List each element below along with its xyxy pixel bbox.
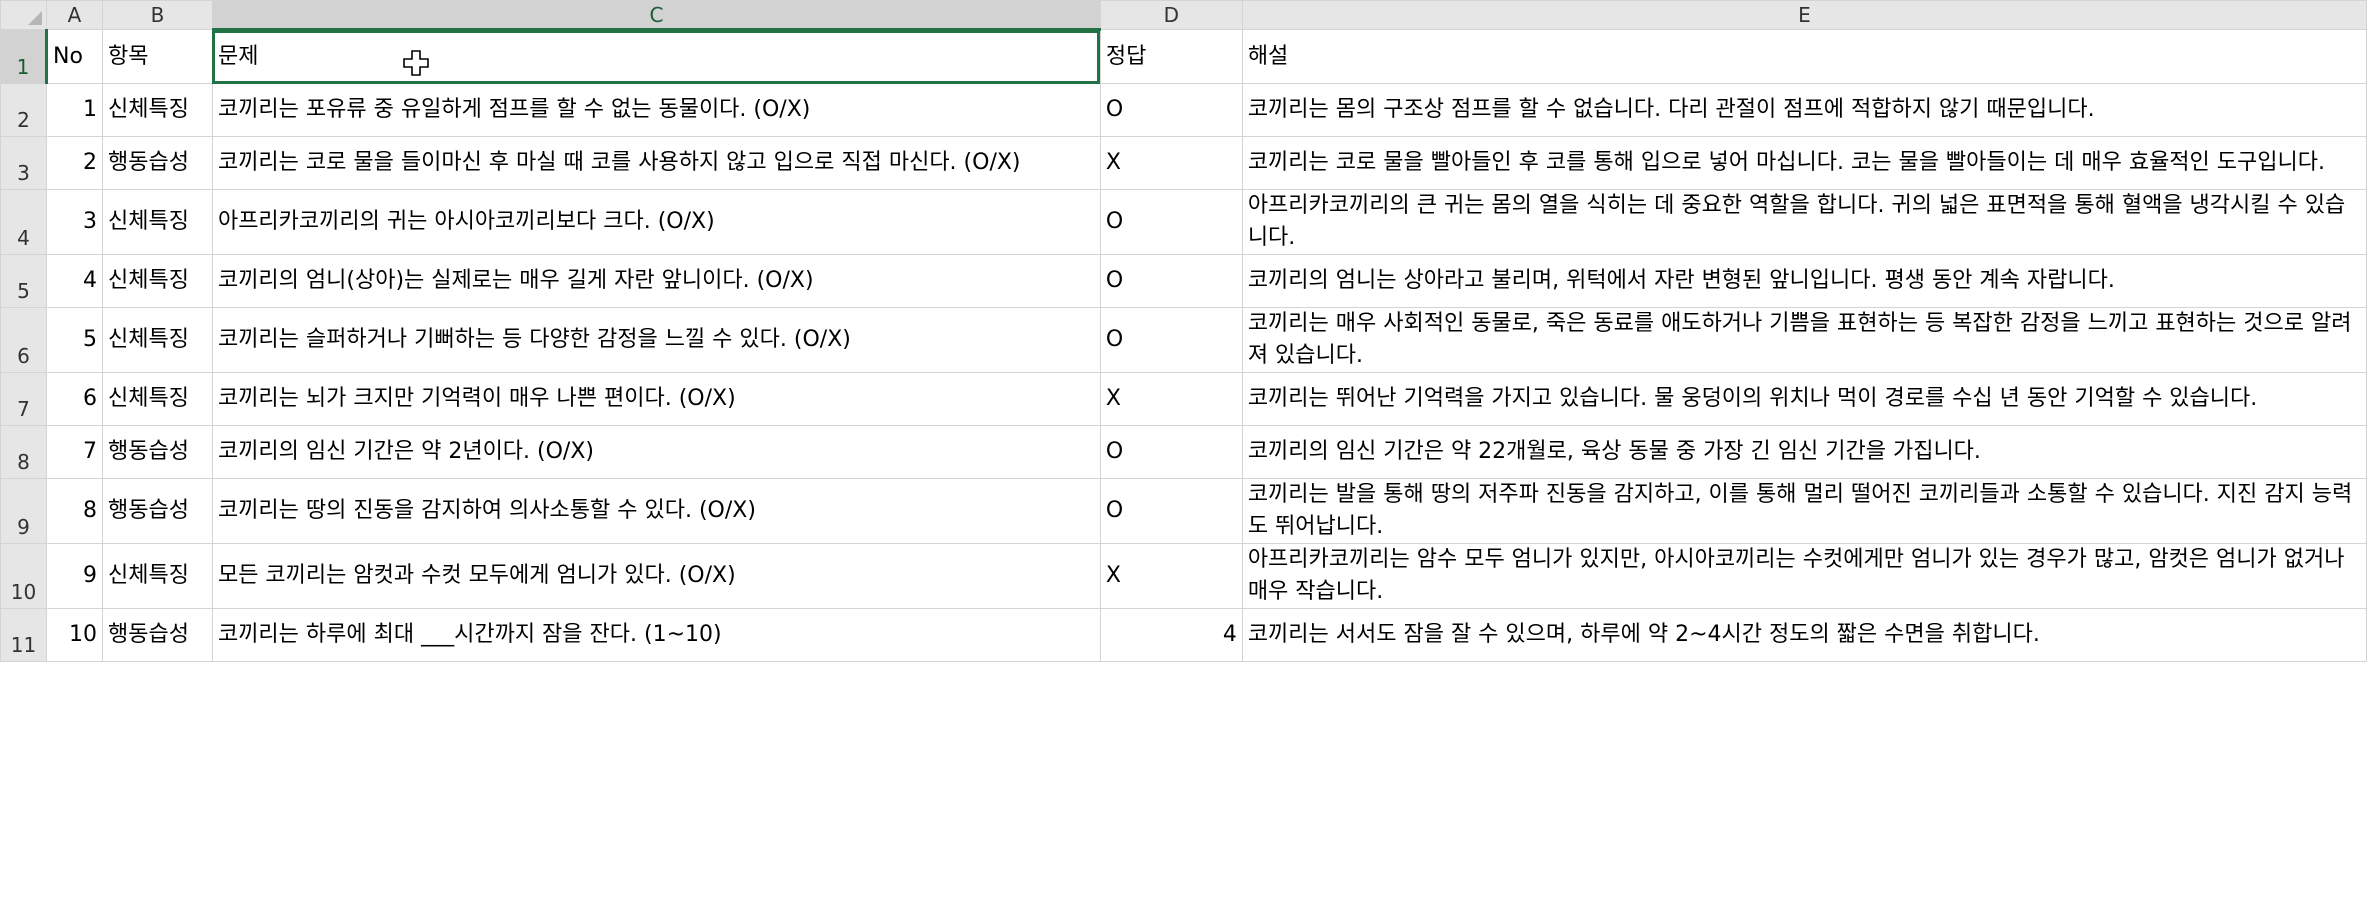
table-row: 7 6 신체특징 코끼리는 뇌가 크지만 기억력이 매우 나쁜 편이다. (O/X) X… [0, 372, 2367, 426]
cell-item[interactable]: 행동습성 [101, 478, 213, 544]
cell-question[interactable]: 코끼리는 하루에 최대 ___시간까지 잠을 잔다. (1~10) [211, 608, 1101, 662]
cell-item[interactable]: 행동습성 [101, 608, 213, 662]
cell-explanation[interactable]: 아프리카코끼리는 암수 모두 엄니가 있지만, 아시아코끼리는 수컷에게만 엄니… [1241, 543, 2367, 609]
row-header[interactable]: 4 [0, 189, 47, 255]
cell-item[interactable]: 신체특징 [101, 254, 213, 308]
cell-no[interactable]: 7 [45, 425, 103, 479]
row-header[interactable]: 11 [0, 608, 47, 662]
table-row: 8 7 행동습성 코끼리의 임신 기간은 약 2년이다. (O/X) O 코끼리의 임신 … [0, 425, 2367, 479]
cell-explanation[interactable]: 코끼리의 임신 기간은 약 22개월로, 육상 동물 중 가장 긴 임신 기간을… [1241, 425, 2367, 479]
cell-header-item[interactable]: 항목 [101, 29, 213, 84]
cell-answer[interactable]: X [1099, 372, 1243, 426]
cell-no[interactable]: 6 [45, 372, 103, 426]
cell-item[interactable]: 신체특징 [101, 372, 213, 426]
column-header-c[interactable]: C [211, 0, 1101, 31]
cell-no[interactable]: 1 [45, 83, 103, 137]
table-row: 2 1 신체특징 코끼리는 포유류 중 유일하게 점프를 할 수 없는 동물이다. (… [0, 83, 2367, 137]
table-row: 3 2 행동습성 코끼리는 코로 물을 들이마신 후 마실 때 코를 사용하지 않고 … [0, 136, 2367, 190]
cell-item[interactable]: 신체특징 [101, 307, 213, 373]
cell-explanation[interactable]: 코끼리는 몸의 구조상 점프를 할 수 없습니다. 다리 관절이 점프에 적합하… [1241, 83, 2367, 137]
cell-no[interactable]: 10 [45, 608, 103, 662]
table-row: 4 3 신체특징 아프리카코끼리의 귀는 아시아코끼리보다 크다. (O/X) O 아프리… [0, 189, 2367, 255]
cell-question[interactable]: 코끼리는 코로 물을 들이마신 후 마실 때 코를 사용하지 않고 입으로 직접… [211, 136, 1101, 190]
cell-explanation[interactable]: 아프리카코끼리의 큰 귀는 몸의 열을 식히는 데 중요한 역할을 합니다. 귀… [1241, 189, 2367, 255]
table-row: 5 4 신체특징 코끼리의 엄니(상아)는 실제로는 매우 길게 자란 앞니이다. (… [0, 254, 2367, 308]
cell-header-explanation[interactable]: 해설 [1241, 29, 2367, 84]
cell-header-no[interactable]: No [45, 29, 103, 84]
cell-question[interactable]: 코끼리는 포유류 중 유일하게 점프를 할 수 없는 동물이다. (O/X) [211, 83, 1101, 137]
cell-question[interactable]: 아프리카코끼리의 귀는 아시아코끼리보다 크다. (O/X) [211, 189, 1101, 255]
column-header-e[interactable]: E [1241, 0, 2367, 30]
row-header[interactable]: 6 [0, 307, 47, 373]
cell-answer[interactable]: X [1099, 136, 1243, 190]
cell-explanation[interactable]: 코끼리는 뛰어난 기억력을 가지고 있습니다. 물 웅덩이의 위치나 먹이 경로… [1241, 372, 2367, 426]
cell-no[interactable]: 8 [45, 478, 103, 544]
column-header-d[interactable]: D [1099, 0, 1243, 30]
table-row: 11 10 행동습성 코끼리는 하루에 최대 ___시간까지 잠을 잔다. (1~10… [0, 608, 2367, 662]
cell-explanation[interactable]: 코끼리는 서서도 잠을 잘 수 있으며, 하루에 약 2~4시간 정도의 짧은 … [1241, 608, 2367, 662]
cell-no[interactable]: 3 [45, 189, 103, 255]
row-header[interactable]: 8 [0, 425, 47, 479]
cell-question[interactable]: 코끼리는 슬퍼하거나 기뻐하는 등 다양한 감정을 느낄 수 있다. (O/X) [211, 307, 1101, 373]
cell-question[interactable]: 코끼리의 엄니(상아)는 실제로는 매우 길게 자란 앞니이다. (O/X) [211, 254, 1101, 308]
cell-no[interactable]: 5 [45, 307, 103, 373]
cell-item[interactable]: 신체특징 [101, 543, 213, 609]
table-row: 9 8 행동습성 코끼리는 땅의 진동을 감지하여 의사소통할 수 있다. (O/X)… [0, 478, 2367, 544]
cell-item[interactable]: 신체특징 [101, 189, 213, 255]
cell-answer[interactable]: O [1099, 307, 1243, 373]
cell-item[interactable]: 행동습성 [101, 136, 213, 190]
cell-explanation[interactable]: 코끼리는 발을 통해 땅의 저주파 진동을 감지하고, 이를 통해 멀리 떨어진… [1241, 478, 2367, 544]
cell-item[interactable]: 행동습성 [101, 425, 213, 479]
cell-header-question-selected[interactable]: 문제 [211, 29, 1101, 84]
cell-question[interactable]: 코끼리는 땅의 진동을 감지하여 의사소통할 수 있다. (O/X) [211, 478, 1101, 544]
row-header[interactable]: 10 [0, 543, 47, 609]
column-header-b[interactable]: B [101, 0, 213, 30]
cell-no[interactable]: 2 [45, 136, 103, 190]
spreadsheet-grid: A B C D E 1 No 항목 문제 정답 해설 2 1 신체특징 코끼리는 포유… [0, 0, 2367, 913]
row-header[interactable]: 2 [0, 83, 47, 137]
table-row: 6 5 신체특징 코끼리는 슬퍼하거나 기뻐하는 등 다양한 감정을 느낄 수 있다.… [0, 307, 2367, 373]
row-header[interactable]: 9 [0, 478, 47, 544]
cell-question[interactable]: 코끼리는 뇌가 크지만 기억력이 매우 나쁜 편이다. (O/X) [211, 372, 1101, 426]
row-header[interactable]: 5 [0, 254, 47, 308]
cell-answer[interactable]: O [1099, 189, 1243, 255]
cell-answer[interactable]: O [1099, 478, 1243, 544]
cell-no[interactable]: 9 [45, 543, 103, 609]
select-all-corner[interactable] [0, 0, 47, 30]
cell-answer[interactable]: X [1099, 543, 1243, 609]
cell-no[interactable]: 4 [45, 254, 103, 308]
cell-explanation[interactable]: 코끼리는 매우 사회적인 동물로, 죽은 동료를 애도하거나 기쁨을 표현하는 … [1241, 307, 2367, 373]
cell-header-answer[interactable]: 정답 [1099, 29, 1243, 84]
cell-answer[interactable]: O [1099, 425, 1243, 479]
cell-question[interactable]: 모든 코끼리는 암컷과 수컷 모두에게 엄니가 있다. (O/X) [211, 543, 1101, 609]
select-all-triangle-icon [27, 11, 42, 25]
cell-answer[interactable]: 4 [1099, 608, 1243, 662]
column-header-a[interactable]: A [45, 0, 103, 30]
cell-explanation[interactable]: 코끼리의 엄니는 상아라고 불리며, 위턱에서 자란 변형된 앞니입니다. 평생… [1241, 254, 2367, 308]
cell-item[interactable]: 신체특징 [101, 83, 213, 137]
cell-answer[interactable]: O [1099, 254, 1243, 308]
cell-explanation[interactable]: 코끼리는 코로 물을 빨아들인 후 코를 통해 입으로 넣어 마십니다. 코는 … [1241, 136, 2367, 190]
row-header[interactable]: 7 [0, 372, 47, 426]
cell-answer[interactable]: O [1099, 83, 1243, 137]
worksheet-table: A B C D E 1 No 항목 문제 정답 해설 2 1 신체특징 코끼리는 포유… [0, 0, 2367, 662]
cell-select-cursor-icon [403, 50, 429, 76]
cell-question[interactable]: 코끼리의 임신 기간은 약 2년이다. (O/X) [211, 425, 1101, 479]
row-header[interactable]: 3 [0, 136, 47, 190]
row-header[interactable]: 1 [0, 29, 48, 84]
table-row: 10 9 신체특징 모든 코끼리는 암컷과 수컷 모두에게 엄니가 있다. (O/X)… [0, 543, 2367, 609]
